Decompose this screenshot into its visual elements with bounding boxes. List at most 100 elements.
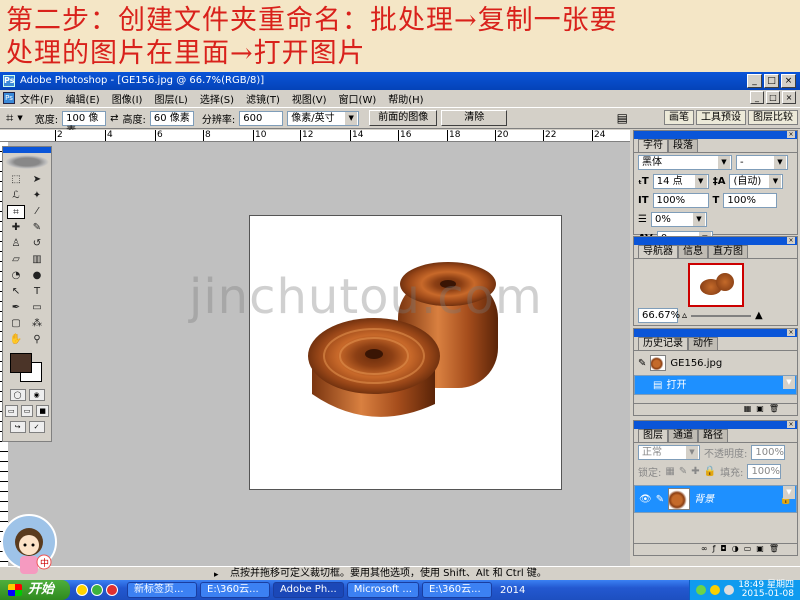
tab-character[interactable]: 字符 (638, 139, 668, 152)
opacity-input[interactable]: 100% (751, 445, 786, 460)
quick-mask-mode-icon[interactable]: ◉ (28, 389, 45, 401)
tab-histogram[interactable]: 直方图 (708, 245, 748, 258)
lock-position-icon[interactable]: ✚ (691, 466, 699, 477)
pen-tool-icon[interactable]: ✒ (7, 301, 25, 315)
path-selection-tool-icon[interactable]: ↖ (7, 285, 25, 299)
tab-channels[interactable]: 通道 (668, 429, 698, 442)
tab-tool-presets[interactable]: 工具预设 (696, 110, 746, 125)
screen-mode-full-icon[interactable]: ■ (36, 405, 50, 417)
new-layer-icon[interactable]: ▣ (756, 544, 764, 555)
close-button[interactable]: × (781, 74, 796, 88)
lock-image-icon[interactable]: ✎ (679, 466, 687, 477)
taskbar-item-microsoft[interactable]: Microsoft ... (346, 582, 419, 598)
doc-restore-button[interactable]: □ (766, 91, 780, 104)
screen-mode-standard-icon[interactable]: ▭ (5, 405, 18, 417)
new-document-icon[interactable]: ▦ (744, 404, 752, 415)
layer-link-icon[interactable]: ✎ (656, 493, 664, 506)
clear-button[interactable]: 清除 (441, 110, 508, 126)
horizontal-scale-input[interactable]: 100% (723, 193, 778, 208)
menu-edit[interactable]: 编辑(E) (64, 91, 102, 106)
lock-transparency-icon[interactable]: ▦ (665, 466, 674, 477)
jump-to-imageready-icon[interactable]: ↪ (9, 421, 26, 433)
tray-network-icon[interactable] (696, 585, 707, 595)
quick-launch-browser-icon[interactable] (76, 584, 88, 596)
brush-tool-icon[interactable]: ✎ (28, 221, 46, 235)
zoom-slider[interactable] (691, 314, 752, 317)
tab-actions[interactable]: 动作 (688, 337, 718, 350)
dodge-tool-icon[interactable]: ● (28, 269, 46, 283)
maximize-button[interactable]: □ (764, 74, 779, 88)
tray-security-icon[interactable] (710, 585, 721, 595)
tab-layers[interactable]: 图层 (638, 429, 668, 442)
zoom-in-icon[interactable]: ▲ (755, 310, 763, 321)
menu-select[interactable]: 选择(S) (198, 91, 236, 106)
new-snapshot-icon[interactable]: ▣ (756, 404, 764, 415)
title-bar[interactable]: Ps Adobe Photoshop - [GE156.jpg @ 66.7%(… (0, 72, 800, 90)
height-input[interactable]: 60 像素 (149, 110, 194, 126)
swap-icon[interactable]: ⇄ (110, 113, 118, 124)
zoom-out-icon[interactable]: ▵ (682, 310, 687, 321)
taskbar-item-folder-1[interactable]: E:\360云... (200, 582, 270, 598)
navigator-thumbnail[interactable] (687, 263, 744, 307)
zoom-tool-icon[interactable]: ⚲ (28, 333, 46, 347)
layer-row-background[interactable]: 👁 ✎ 背景 🔒 (634, 485, 797, 513)
menu-window[interactable]: 窗口(W) (337, 91, 379, 106)
panel-titlebar[interactable]: × (634, 329, 797, 337)
tracking-select[interactable]: 0% (650, 212, 707, 227)
doc-minimize-button[interactable]: _ (750, 91, 764, 104)
panel-close-icon[interactable]: × (787, 329, 795, 336)
tab-navigator[interactable]: 导航器 (638, 245, 678, 258)
start-button[interactable]: 开始 (0, 580, 70, 600)
lock-all-icon[interactable]: 🔒 (704, 466, 716, 477)
healing-brush-tool-icon[interactable]: ✚ (7, 221, 25, 235)
marquee-tool-icon[interactable]: ⬚ (7, 173, 25, 187)
imageready-check-icon[interactable]: ✓ (28, 421, 45, 433)
document-canvas[interactable] (249, 215, 562, 490)
crop-tool-button-icon[interactable]: ⌗ (7, 205, 25, 219)
menu-help[interactable]: 帮助(H) (386, 91, 425, 106)
minimize-button[interactable]: _ (747, 74, 762, 88)
eyedropper-tool-icon[interactable]: ⁂ (28, 317, 46, 331)
slice-tool-icon[interactable]: ⁄ (28, 205, 46, 219)
tray-volume-icon[interactable] (724, 585, 735, 595)
history-snapshot[interactable]: ✎ GE156.jpg (634, 351, 797, 375)
panel-titlebar[interactable]: × (634, 421, 797, 429)
blur-tool-icon[interactable]: ◔ (7, 269, 25, 283)
menu-file[interactable]: 文件(F) (18, 91, 56, 106)
clone-stamp-tool-icon[interactable]: ♙ (7, 237, 25, 251)
font-style-select[interactable]: - (736, 155, 788, 170)
width-input[interactable]: 100 像素 (62, 110, 107, 137)
quick-launch-360-icon[interactable] (91, 584, 103, 596)
gradient-tool-icon[interactable]: ▥ (28, 253, 46, 267)
adjustment-layer-icon[interactable]: ◑ (732, 544, 739, 555)
palette-well-icon[interactable]: ▤ (617, 111, 628, 125)
tab-brushes[interactable]: 画笔 (664, 110, 694, 125)
tab-history[interactable]: 历史记录 (638, 337, 688, 350)
tool-preset-dropdown-icon[interactable]: ▼ (17, 114, 22, 122)
panel-close-icon[interactable]: × (787, 237, 795, 244)
fill-input[interactable]: 100% (747, 464, 782, 479)
doc-close-button[interactable]: × (782, 91, 796, 104)
new-group-icon[interactable]: ▭ (744, 544, 752, 555)
taskbar-item-folder-2[interactable]: E:\360云... (421, 582, 492, 598)
panel-titlebar[interactable]: × (634, 131, 797, 139)
screen-mode-full-menu-icon[interactable]: ▭ (20, 405, 34, 417)
history-brush-source-icon[interactable]: ✎ (638, 358, 646, 369)
taskbar-item-browser[interactable]: 新标签页... (127, 582, 197, 598)
notes-tool-icon[interactable]: ▢ (7, 317, 25, 331)
eraser-tool-icon[interactable]: ▱ (7, 253, 25, 267)
shape-tool-icon[interactable]: ▭ (28, 301, 46, 315)
menu-view[interactable]: 视图(V) (290, 91, 329, 106)
foreground-color-swatch[interactable] (10, 353, 32, 373)
front-image-button[interactable]: 前面的图像 (369, 110, 438, 126)
link-layers-icon[interactable]: ∞ (701, 544, 708, 555)
vertical-scale-input[interactable]: 100% (652, 193, 709, 208)
crop-tool-icon[interactable]: ⌗ (6, 111, 13, 126)
panel-close-icon[interactable]: × (787, 421, 795, 428)
layer-mask-icon[interactable]: ◘ (720, 544, 726, 555)
quick-launch-app-icon[interactable] (106, 584, 118, 596)
font-size-select[interactable]: 14 点 (652, 174, 709, 189)
tab-paragraph[interactable]: 段落 (668, 139, 698, 152)
zoom-input[interactable]: 66.67% (638, 308, 680, 323)
taskbar-item-photoshop[interactable]: Adobe Ph... (273, 582, 344, 598)
